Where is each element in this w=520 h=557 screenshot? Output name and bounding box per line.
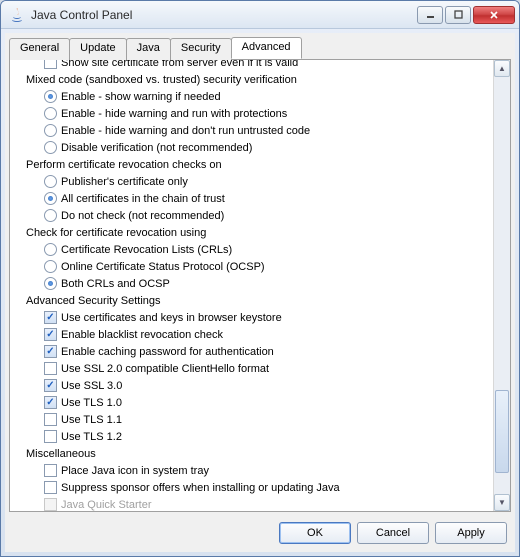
- tree-item-label: Enable - hide warning and run with prote…: [61, 108, 287, 120]
- checkbox[interactable]: [44, 328, 57, 341]
- radio-button[interactable]: [44, 107, 57, 120]
- checkbox[interactable]: [44, 345, 57, 358]
- tree-item-label: Use TLS 1.0: [61, 397, 122, 409]
- window-frame: Java Control Panel General Update Java S…: [0, 0, 520, 557]
- ok-button[interactable]: OK: [279, 522, 351, 544]
- tree-item[interactable]: Publisher's certificate only: [12, 173, 493, 190]
- tree-item-label: Both CRLs and OCSP: [61, 278, 170, 290]
- tree-item[interactable]: Online Certificate Status Protocol (OCSP…: [12, 258, 493, 275]
- tree-item-label: Use TLS 1.2: [61, 431, 122, 443]
- dialog-buttons: OK Cancel Apply: [5, 516, 515, 552]
- tab-update[interactable]: Update: [69, 38, 126, 60]
- tree-heading: Check for certificate revocation using: [12, 224, 493, 241]
- tree-item-label: Show site certificate from server even i…: [61, 60, 298, 69]
- radio-button[interactable]: [44, 124, 57, 137]
- tree-item[interactable]: Enable blacklist revocation check: [12, 326, 493, 343]
- checkbox[interactable]: [44, 481, 57, 494]
- radio-button[interactable]: [44, 209, 57, 222]
- tree-heading: Miscellaneous: [12, 445, 493, 462]
- tree-item[interactable]: Use TLS 1.2: [12, 428, 493, 445]
- tree-item-label: Certificate Revocation Lists (CRLs): [61, 244, 232, 256]
- radio-button[interactable]: [44, 243, 57, 256]
- cancel-button[interactable]: Cancel: [357, 522, 429, 544]
- scroll-up-button[interactable]: ▲: [494, 60, 510, 77]
- tree-item-label: Enable blacklist revocation check: [61, 329, 223, 341]
- tab-security[interactable]: Security: [170, 38, 232, 60]
- tree-item-label: Enable caching password for authenticati…: [61, 346, 274, 358]
- radio-button[interactable]: [44, 90, 57, 103]
- tree-item[interactable]: Enable - hide warning and run with prote…: [12, 105, 493, 122]
- tree-item[interactable]: Suppress sponsor offers when installing …: [12, 479, 493, 496]
- scroll-track[interactable]: [494, 77, 510, 494]
- checkbox[interactable]: [44, 60, 57, 69]
- tree-item[interactable]: Do not check (not recommended): [12, 207, 493, 224]
- scroll-thumb[interactable]: [495, 390, 509, 473]
- tree-item-label: Enable - show warning if needed: [61, 91, 221, 103]
- tree-item[interactable]: Place Java icon in system tray: [12, 462, 493, 479]
- tree-item-label: Suppress sponsor offers when installing …: [61, 482, 340, 494]
- tree-item[interactable]: Use SSL 2.0 compatible ClientHello forma…: [12, 360, 493, 377]
- tree-item[interactable]: Use TLS 1.0: [12, 394, 493, 411]
- minimize-button[interactable]: [417, 6, 443, 24]
- tree-item[interactable]: Use TLS 1.1: [12, 411, 493, 428]
- tree-item[interactable]: Show site certificate from server even i…: [12, 60, 493, 71]
- tree-item-label: Online Certificate Status Protocol (OCSP…: [61, 261, 265, 273]
- vertical-scrollbar[interactable]: ▲ ▼: [493, 60, 510, 511]
- tree-item-label: Java Quick Starter: [61, 499, 151, 511]
- tab-general[interactable]: General: [9, 38, 70, 60]
- content-area: General Update Java Security Advanced Sh…: [5, 33, 515, 552]
- checkbox[interactable]: [44, 413, 57, 426]
- maximize-button[interactable]: [445, 6, 471, 24]
- tab-strip: General Update Java Security Advanced: [5, 33, 515, 59]
- tab-page-advanced: Show site certificate from server even i…: [9, 59, 511, 512]
- tree-item-label: Place Java icon in system tray: [61, 465, 209, 477]
- tree-heading: Perform certificate revocation checks on: [12, 156, 493, 173]
- tree-item-label: Use TLS 1.1: [61, 414, 122, 426]
- tree-item-label: Use certificates and keys in browser key…: [61, 312, 282, 324]
- settings-tree: Show site certificate from server even i…: [10, 60, 493, 511]
- checkbox[interactable]: [44, 396, 57, 409]
- java-icon: [9, 7, 25, 23]
- tree-item-label: Use SSL 3.0: [61, 380, 122, 392]
- tree-item[interactable]: All certificates in the chain of trust: [12, 190, 493, 207]
- tree-item-label: Use SSL 2.0 compatible ClientHello forma…: [61, 363, 269, 375]
- tree-item-label: Enable - hide warning and don't run untr…: [61, 125, 310, 137]
- tab-java[interactable]: Java: [126, 38, 171, 60]
- radio-button[interactable]: [44, 175, 57, 188]
- tree-item[interactable]: Disable verification (not recommended): [12, 139, 493, 156]
- scroll-down-button[interactable]: ▼: [494, 494, 510, 511]
- radio-button[interactable]: [44, 192, 57, 205]
- checkbox[interactable]: [44, 430, 57, 443]
- checkbox: [44, 498, 57, 511]
- radio-button[interactable]: [44, 260, 57, 273]
- radio-button[interactable]: [44, 277, 57, 290]
- tree-item-label: Disable verification (not recommended): [61, 142, 252, 154]
- apply-button[interactable]: Apply: [435, 522, 507, 544]
- tree-item[interactable]: Enable - show warning if needed: [12, 88, 493, 105]
- close-button[interactable]: [473, 6, 515, 24]
- tree-heading: Mixed code (sandboxed vs. trusted) secur…: [12, 71, 493, 88]
- tree-item-label: Do not check (not recommended): [61, 210, 224, 222]
- tree-item-label: All certificates in the chain of trust: [61, 193, 225, 205]
- checkbox[interactable]: [44, 362, 57, 375]
- checkbox[interactable]: [44, 464, 57, 477]
- tree-item[interactable]: Enable - hide warning and don't run untr…: [12, 122, 493, 139]
- tree-item[interactable]: Both CRLs and OCSP: [12, 275, 493, 292]
- checkbox[interactable]: [44, 311, 57, 324]
- tree-item[interactable]: Certificate Revocation Lists (CRLs): [12, 241, 493, 258]
- tab-advanced[interactable]: Advanced: [231, 37, 302, 59]
- tree-item[interactable]: Use certificates and keys in browser key…: [12, 309, 493, 326]
- radio-button[interactable]: [44, 141, 57, 154]
- tree-heading: Advanced Security Settings: [12, 292, 493, 309]
- tree-item[interactable]: Use SSL 3.0: [12, 377, 493, 394]
- titlebar[interactable]: Java Control Panel: [1, 1, 519, 29]
- window-title: Java Control Panel: [31, 8, 417, 22]
- tree-item-label: Publisher's certificate only: [61, 176, 188, 188]
- tree-item[interactable]: Enable caching password for authenticati…: [12, 343, 493, 360]
- tree-item: Java Quick Starter: [12, 496, 493, 511]
- checkbox[interactable]: [44, 379, 57, 392]
